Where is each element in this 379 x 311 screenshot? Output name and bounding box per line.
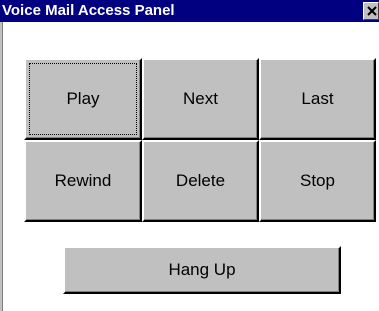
hang-up-button[interactable]: Hang Up	[63, 246, 341, 294]
window-left-border	[0, 22, 3, 311]
title-bar: Voice Mail Access Panel	[0, 0, 379, 22]
voice-mail-window: Voice Mail Access Panel Play Next Last R…	[0, 0, 379, 311]
last-button[interactable]: Last	[259, 58, 376, 140]
control-pad: Play Next Last Rewind Delete Stop	[24, 58, 378, 224]
stop-button[interactable]: Stop	[259, 140, 376, 222]
next-button[interactable]: Next	[142, 58, 259, 140]
play-button[interactable]: Play	[24, 58, 142, 140]
delete-button[interactable]: Delete	[142, 140, 259, 222]
close-button[interactable]	[363, 2, 379, 20]
window-title: Voice Mail Access Panel	[2, 2, 175, 19]
close-icon	[367, 6, 377, 16]
rewind-button[interactable]: Rewind	[24, 140, 142, 222]
